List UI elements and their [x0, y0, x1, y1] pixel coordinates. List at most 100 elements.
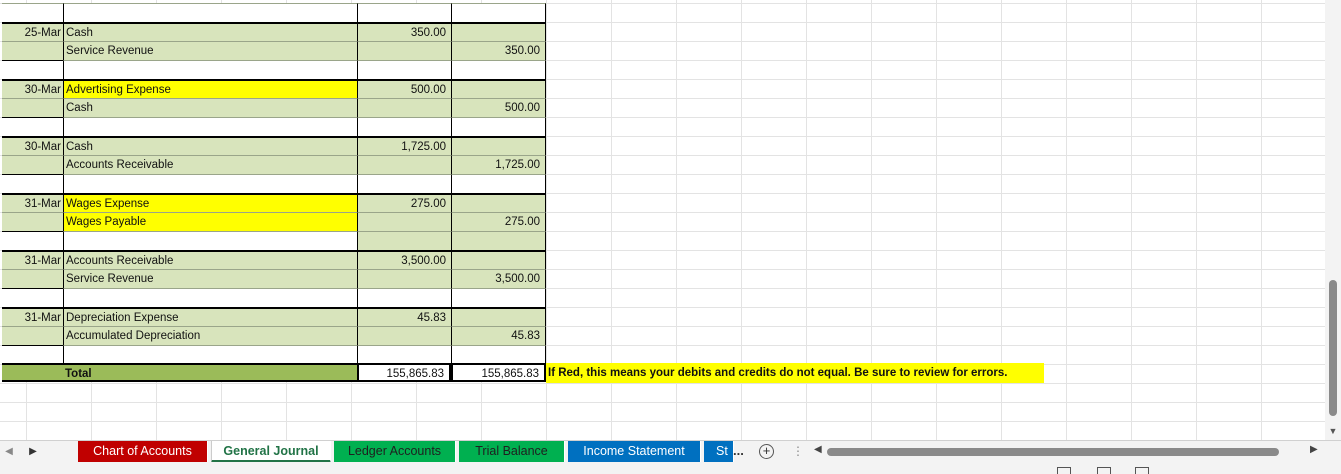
blank-date-cell[interactable] — [2, 60, 63, 79]
entry-date-empty[interactable] — [2, 41, 63, 60]
blank-account-cell[interactable] — [63, 117, 357, 136]
debit-amount-empty[interactable] — [357, 269, 451, 288]
horizontal-scroll-thumb[interactable] — [827, 448, 1279, 456]
blank-account-cell[interactable] — [63, 288, 357, 307]
worksheet-grid[interactable]: 25-Mar Cash 350.00 Service Revenue 350.00 30-… — [0, 0, 1325, 440]
credit-amount-empty[interactable] — [451, 193, 546, 212]
debit-amount-empty[interactable] — [357, 326, 451, 345]
prev-sheet-arrow-icon[interactable]: ◀ — [2, 444, 16, 460]
blank-debit-cell[interactable] — [357, 117, 451, 136]
entry-date[interactable]: 31-Mar — [2, 193, 63, 212]
entry-date[interactable]: 25-Mar — [2, 22, 63, 41]
credit-account[interactable]: Service Revenue — [63, 269, 357, 288]
debit-account[interactable]: Wages Expense — [63, 193, 357, 212]
blank-credit-cell[interactable] — [451, 231, 546, 250]
entry-date-empty[interactable] — [2, 155, 63, 174]
credit-account[interactable]: Accumulated Depreciation — [63, 326, 357, 345]
page-layout-icon[interactable] — [1097, 467, 1111, 474]
debit-account[interactable]: Depreciation Expense — [63, 307, 357, 326]
blank-date-cell[interactable] — [2, 174, 63, 193]
credit-amount[interactable]: 3,500.00 — [451, 269, 546, 288]
debit-amount-empty[interactable] — [357, 212, 451, 231]
scroll-left-arrow-icon[interactable]: ◀ — [814, 444, 822, 455]
entry-date[interactable]: 30-Mar — [2, 136, 63, 155]
more-sheets-button[interactable]: ... — [733, 443, 744, 458]
entry-date-empty[interactable] — [2, 98, 63, 117]
page-break-view-icon[interactable] — [1135, 467, 1149, 474]
blank-account-cell[interactable] — [63, 345, 357, 364]
scroll-down-arrow-icon[interactable]: ▼ — [1328, 426, 1338, 436]
credit-amount-empty[interactable] — [451, 250, 546, 269]
debit-amount-empty[interactable] — [357, 41, 451, 60]
blank-debit-cell[interactable] — [357, 345, 451, 364]
entry-date-empty[interactable] — [2, 212, 63, 231]
credit-amount[interactable]: 500.00 — [451, 98, 546, 117]
credit-amount[interactable]: 350.00 — [451, 41, 546, 60]
debit-amount[interactable]: 500.00 — [357, 79, 451, 98]
debit-account[interactable]: Accounts Receivable — [63, 250, 357, 269]
blank-credit-cell[interactable] — [451, 174, 546, 193]
next-sheet-arrow-icon[interactable]: ▶ — [26, 444, 40, 460]
debit-amount-empty[interactable] — [357, 98, 451, 117]
blank-debit-cell[interactable] — [357, 60, 451, 79]
blank-account-cell[interactable] — [63, 231, 357, 250]
credit-amount-empty[interactable] — [451, 307, 546, 326]
add-sheet-icon[interactable]: + — [759, 444, 774, 459]
blank-date-cell[interactable] — [2, 345, 63, 364]
entry-date[interactable]: 31-Mar — [2, 307, 63, 326]
balance-warning-note[interactable]: If Red, this means your debits and credi… — [546, 363, 1044, 383]
partial-cell[interactable] — [357, 3, 451, 22]
entry-date-empty[interactable] — [2, 269, 63, 288]
scroll-right-arrow-icon[interactable]: ▶ — [1310, 444, 1318, 455]
sheet-tab[interactable]: Chart of Accounts — [78, 441, 208, 463]
total-label-cell[interactable]: Total — [2, 363, 358, 382]
entry-date[interactable]: 30-Mar — [2, 79, 63, 98]
partial-cell[interactable] — [2, 3, 63, 22]
normal-view-icon[interactable] — [1057, 467, 1071, 474]
debit-amount[interactable]: 1,725.00 — [357, 136, 451, 155]
blank-credit-cell[interactable] — [451, 345, 546, 364]
credit-amount-empty[interactable] — [451, 79, 546, 98]
credit-account[interactable]: Accounts Receivable — [63, 155, 357, 174]
blank-credit-cell[interactable] — [451, 117, 546, 136]
tab-splitter-icon[interactable]: ⋮ — [792, 444, 804, 458]
credit-account[interactable]: Wages Payable — [63, 212, 357, 231]
total-debit[interactable]: 155,865.83 — [357, 363, 451, 382]
vertical-scroll-thumb[interactable] — [1329, 280, 1337, 416]
credit-amount[interactable]: 1,725.00 — [451, 155, 546, 174]
blank-date-cell[interactable] — [2, 288, 63, 307]
total-credit[interactable]: 155,865.83 — [451, 363, 546, 382]
debit-account[interactable]: Cash — [63, 136, 357, 155]
sheet-tab[interactable]: Trial Balance — [459, 441, 565, 463]
blank-date-cell[interactable] — [2, 231, 63, 250]
blank-credit-cell[interactable] — [451, 288, 546, 307]
debit-amount[interactable]: 350.00 — [357, 22, 451, 41]
credit-account[interactable]: Cash — [63, 98, 357, 117]
credit-amount[interactable]: 275.00 — [451, 212, 546, 231]
blank-date-cell[interactable] — [2, 117, 63, 136]
sheet-tab[interactable]: Income Statement — [568, 441, 701, 463]
debit-amount-empty[interactable] — [357, 155, 451, 174]
debit-amount[interactable]: 275.00 — [357, 193, 451, 212]
credit-amount-empty[interactable] — [451, 136, 546, 155]
entry-date[interactable]: 31-Mar — [2, 250, 63, 269]
blank-credit-cell[interactable] — [451, 60, 546, 79]
entry-date-empty[interactable] — [2, 326, 63, 345]
blank-account-cell[interactable] — [63, 60, 357, 79]
debit-amount[interactable]: 45.83 — [357, 307, 451, 326]
blank-debit-cell[interactable] — [357, 288, 451, 307]
blank-debit-cell[interactable] — [357, 231, 451, 250]
debit-account[interactable]: Cash — [63, 22, 357, 41]
credit-account[interactable]: Service Revenue — [63, 41, 357, 60]
sheet-tab[interactable]: Ledger Accounts — [334, 441, 456, 463]
partial-cell[interactable] — [63, 3, 357, 22]
blank-debit-cell[interactable] — [357, 174, 451, 193]
vertical-scrollbar[interactable]: ▼ — [1325, 0, 1341, 440]
credit-amount[interactable]: 45.83 — [451, 326, 546, 345]
debit-account[interactable]: Advertising Expense — [63, 79, 357, 98]
sheet-tab[interactable]: General Journal — [211, 441, 331, 463]
sheet-tab[interactable]: St — [704, 441, 734, 463]
blank-account-cell[interactable] — [63, 174, 357, 193]
debit-amount[interactable]: 3,500.00 — [357, 250, 451, 269]
partial-cell[interactable] — [451, 3, 546, 22]
